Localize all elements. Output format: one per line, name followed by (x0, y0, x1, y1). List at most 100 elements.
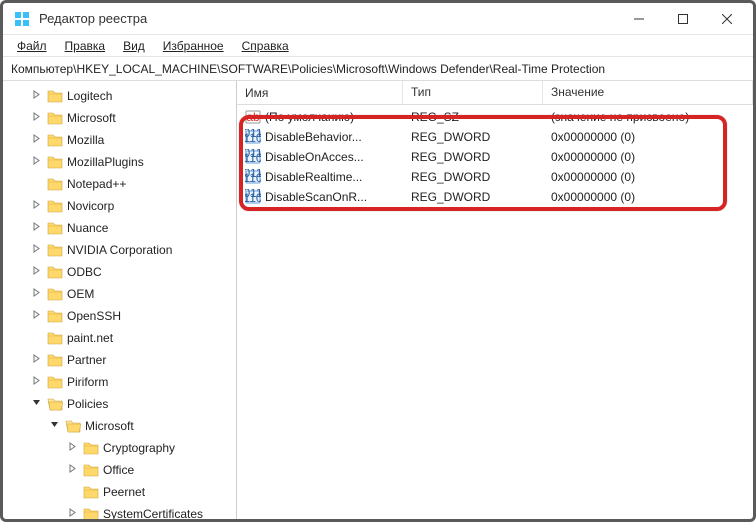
value-data: (значение не присвоено) (543, 110, 753, 124)
tree-item-label: Peernet (103, 485, 145, 499)
tree-item[interactable]: Microsoft (7, 415, 236, 437)
tree-item-label: Nuance (67, 221, 108, 235)
tree-item[interactable]: Mozilla (7, 129, 236, 151)
tree-item-label: Novicorp (67, 199, 114, 213)
tree-item-label: Microsoft (85, 419, 134, 433)
tree-item[interactable]: Partner (7, 349, 236, 371)
expand-icon[interactable] (29, 112, 43, 124)
values-pane: Имя Тип Значение (По умолчанию)REG_SZ(зн… (237, 81, 753, 519)
value-data: 0x00000000 (0) (543, 130, 753, 144)
tree-item[interactable]: Office (7, 459, 236, 481)
expand-icon[interactable] (65, 442, 79, 454)
address-bar[interactable]: Компьютер\HKEY_LOCAL_MACHINE\SOFTWARE\Po… (3, 57, 753, 81)
menu-file[interactable]: Файл (9, 37, 55, 55)
tree-item[interactable]: Nuance (7, 217, 236, 239)
tree-item-label: Logitech (67, 89, 112, 103)
folder-icon (47, 353, 63, 367)
expand-icon[interactable] (29, 90, 43, 102)
tree-item[interactable]: SystemCertificates (7, 503, 236, 519)
tree-item[interactable]: Peernet (7, 481, 236, 503)
menu-help[interactable]: Справка (234, 37, 297, 55)
col-name[interactable]: Имя (237, 81, 403, 104)
tree-item[interactable]: OEM (7, 283, 236, 305)
folder-icon (47, 177, 63, 191)
tree-item[interactable]: Piriform (7, 371, 236, 393)
folder-icon (47, 265, 63, 279)
folder-icon (47, 397, 63, 411)
folder-icon (47, 331, 63, 345)
folder-icon (83, 485, 99, 499)
col-value[interactable]: Значение (543, 81, 753, 104)
value-name: DisableBehavior... (265, 130, 362, 144)
tree-item[interactable]: Policies (7, 393, 236, 415)
menubar: Файл Правка Вид Избранное Справка (3, 35, 753, 57)
tree-item-label: Notepad++ (67, 177, 126, 191)
list-body[interactable]: (По умолчанию)REG_SZ(значение не присвое… (237, 105, 753, 519)
expand-icon[interactable] (29, 398, 43, 410)
expand-icon[interactable] (29, 310, 43, 322)
menu-favorites[interactable]: Избранное (155, 37, 232, 55)
tree-item[interactable]: Novicorp (7, 195, 236, 217)
tree-item-label: paint.net (67, 331, 113, 345)
reg-dword-icon (245, 149, 261, 165)
tree-item-label: SystemCertificates (103, 507, 203, 519)
tree-item-label: Mozilla (67, 133, 104, 147)
tree-item[interactable]: Microsoft (7, 107, 236, 129)
tree-item[interactable]: Logitech (7, 85, 236, 107)
tree-item-label: Partner (67, 353, 106, 367)
tree-pane[interactable]: Logitech Microsoft Mozilla MozillaPlugins No… (3, 81, 237, 519)
folder-icon (83, 441, 99, 455)
value-row[interactable]: DisableBehavior...REG_DWORD0x00000000 (0… (237, 127, 753, 147)
value-row[interactable]: DisableRealtime...REG_DWORD0x00000000 (0… (237, 167, 753, 187)
tree-item-label: ODBC (67, 265, 102, 279)
value-row[interactable]: DisableOnAcces...REG_DWORD0x00000000 (0) (237, 147, 753, 167)
close-button[interactable] (705, 4, 749, 34)
value-name: DisableScanOnR... (265, 190, 367, 204)
window-title: Редактор реестра (39, 11, 147, 26)
folder-icon (47, 375, 63, 389)
value-row[interactable]: DisableScanOnR...REG_DWORD0x00000000 (0) (237, 187, 753, 207)
expand-icon[interactable] (47, 420, 61, 432)
folder-icon (47, 199, 63, 213)
value-type: REG_DWORD (403, 170, 543, 184)
tree-item[interactable]: NVIDIA Corporation (7, 239, 236, 261)
maximize-button[interactable] (661, 4, 705, 34)
expand-icon[interactable] (29, 266, 43, 278)
value-name: DisableRealtime... (265, 170, 362, 184)
tree-item-label: Cryptography (103, 441, 175, 455)
menu-view[interactable]: Вид (115, 37, 153, 55)
tree-item-label: OpenSSH (67, 309, 121, 323)
expand-icon[interactable] (29, 134, 43, 146)
expand-icon[interactable] (29, 376, 43, 388)
reg-dword-icon (245, 169, 261, 185)
expand-icon[interactable] (29, 354, 43, 366)
value-row[interactable]: (По умолчанию)REG_SZ(значение не присвое… (237, 107, 753, 127)
expand-icon[interactable] (65, 464, 79, 476)
menu-edit[interactable]: Правка (57, 37, 114, 55)
value-data: 0x00000000 (0) (543, 190, 753, 204)
folder-icon (47, 133, 63, 147)
col-type[interactable]: Тип (403, 81, 543, 104)
minimize-button[interactable] (617, 4, 661, 34)
tree-item[interactable]: Notepad++ (7, 173, 236, 195)
expand-icon[interactable] (29, 200, 43, 212)
tree-item-label: MozillaPlugins (67, 155, 144, 169)
folder-icon (83, 463, 99, 477)
reg-dword-icon (245, 189, 261, 205)
expand-icon[interactable] (29, 222, 43, 234)
expand-icon[interactable] (65, 508, 79, 519)
address-text: Компьютер\HKEY_LOCAL_MACHINE\SOFTWARE\Po… (11, 62, 605, 76)
tree-item[interactable]: MozillaPlugins (7, 151, 236, 173)
tree-item[interactable]: Cryptography (7, 437, 236, 459)
tree-item[interactable]: paint.net (7, 327, 236, 349)
tree-item[interactable]: ODBC (7, 261, 236, 283)
expand-icon[interactable] (29, 288, 43, 300)
tree-item-label: Office (103, 463, 134, 477)
tree-item[interactable]: OpenSSH (7, 305, 236, 327)
expand-icon[interactable] (29, 244, 43, 256)
folder-icon (47, 89, 63, 103)
registry-editor-window: Редактор реестра Файл Правка Вид Избранн… (0, 0, 756, 522)
content-area: Logitech Microsoft Mozilla MozillaPlugins No… (3, 81, 753, 519)
titlebar[interactable]: Редактор реестра (3, 3, 753, 35)
expand-icon[interactable] (29, 156, 43, 168)
